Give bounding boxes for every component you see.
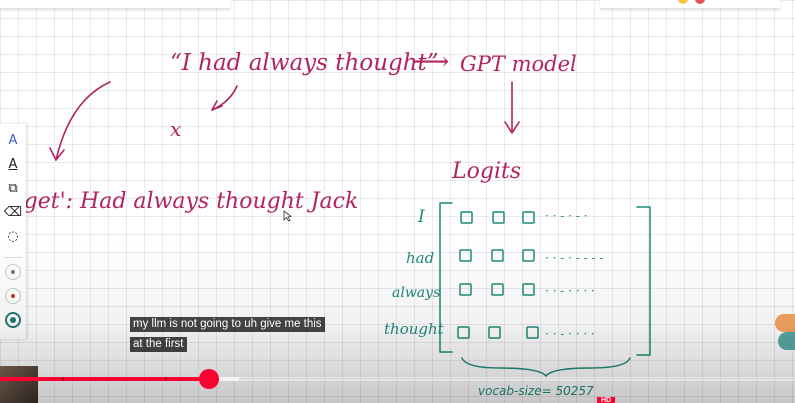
shapes-icon[interactable]: ⧉ — [3, 178, 23, 198]
logits-label: Logits — [451, 159, 521, 184]
target-text: arget': Had always thought Jack — [0, 189, 358, 214]
matrix-right-bracket — [636, 206, 651, 356]
color-dot — [10, 317, 16, 323]
color-dot — [11, 270, 15, 274]
row-label-0: I — [417, 207, 425, 227]
row-dots-3: · · - · · · · — [545, 327, 595, 341]
cell-1-0 — [459, 249, 472, 262]
model-label: GPT model — [460, 52, 577, 76]
cell-1-2 — [522, 249, 535, 262]
chapter-marker — [165, 377, 167, 381]
row-dots-0: · · - · - · — [545, 209, 587, 223]
cell-3-1 — [488, 326, 501, 339]
lasso-icon[interactable]: ◌ — [3, 226, 23, 246]
chapter-marker — [62, 377, 64, 381]
cell-0-1 — [492, 211, 505, 224]
decor-shape-teal — [778, 332, 795, 350]
cell-3-0 — [457, 326, 470, 339]
caption-line-1: my llm is not going to uh give me this — [130, 317, 325, 332]
caption-line-2: at the first — [130, 337, 187, 352]
cell-0-2 — [522, 211, 535, 224]
cell-2-0 — [459, 283, 472, 296]
progress-scrubber[interactable] — [199, 369, 219, 389]
row-label-3: thought — [384, 320, 445, 338]
hd-badge[interactable]: HD — [597, 397, 615, 403]
row-dots-2: · · - · · · · — [545, 284, 595, 298]
prompt-text: “I had always thought” — [170, 50, 439, 76]
toolbar-divider — [4, 257, 22, 258]
cell-2-1 — [491, 283, 504, 296]
x-label: x — [170, 117, 181, 141]
matrix-cells — [457, 211, 539, 339]
highlighter-icon[interactable]: A — [3, 154, 23, 174]
vocab-label: vocab-size= 50257 — [478, 384, 594, 398]
arrow-to-target — [55, 81, 111, 161]
decor-shape-orange — [775, 314, 795, 332]
cell-3-2 — [526, 326, 539, 339]
cell-2-2 — [522, 283, 535, 296]
presenter-thumbnail — [0, 366, 38, 403]
whiteboard-canvas[interactable]: “I had always thought” ⟶ GPT model x arg… — [0, 0, 795, 403]
color-swatch-white[interactable] — [5, 264, 21, 280]
eraser-icon[interactable]: ⌫ — [3, 202, 23, 222]
arrow-to-model: ⟶ — [412, 47, 449, 77]
color-swatch-teal[interactable] — [5, 312, 21, 328]
vocab-brace — [461, 357, 631, 377]
cell-0-0 — [460, 211, 473, 224]
row-label-2: always — [392, 285, 440, 301]
cell-1-1 — [491, 249, 504, 262]
progress-played — [0, 377, 211, 381]
drawing-toolbar: A A ⧉ ⌫ ◌ — [0, 124, 26, 339]
row-label-1: had — [406, 249, 434, 267]
color-dot — [11, 294, 15, 298]
pen-icon[interactable]: A — [3, 130, 23, 150]
color-swatch-red[interactable] — [5, 288, 21, 304]
arrow-to-x — [211, 85, 238, 111]
row-dots-1: · · - · - - - - — [545, 251, 603, 265]
